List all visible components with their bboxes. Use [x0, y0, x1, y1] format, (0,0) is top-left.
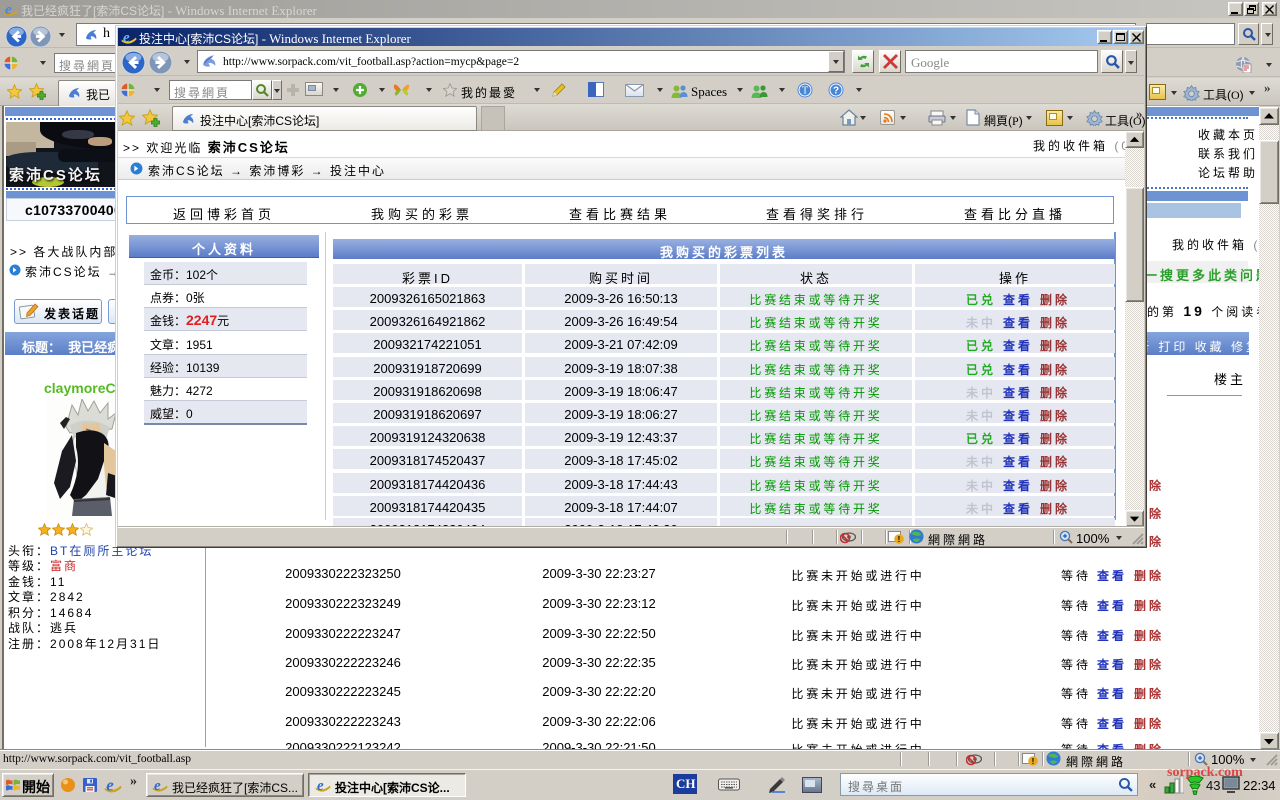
svg-text:e: e — [106, 776, 114, 794]
svg-text:e: e — [123, 30, 130, 45]
svg-text:?: ? — [833, 86, 839, 97]
svg-text:e: e — [5, 2, 12, 17]
svg-text:T: T — [802, 86, 808, 97]
svg-text:!: ! — [1032, 757, 1035, 766]
svg-text:e: e — [154, 778, 161, 793]
svg-text:e: e — [317, 778, 324, 793]
svg-text:!: ! — [898, 535, 901, 544]
